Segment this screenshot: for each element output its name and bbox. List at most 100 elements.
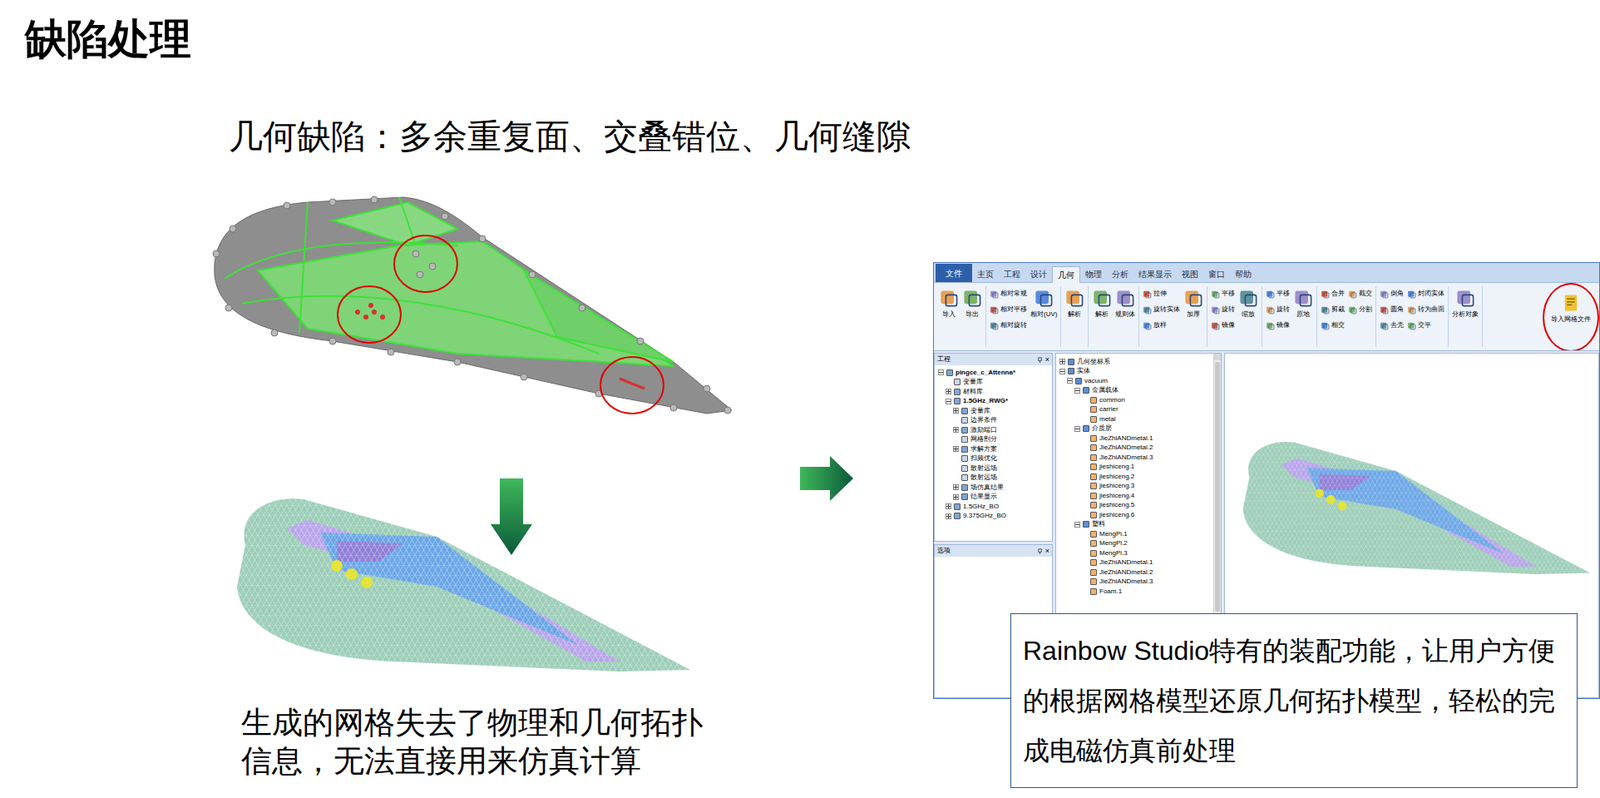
expander[interactable] xyxy=(945,503,952,509)
expander[interactable] xyxy=(1059,358,1066,365)
import-mesh-button[interactable]: 导入网格文件 xyxy=(1547,286,1595,347)
ribbon-button[interactable]: 旋转实体 xyxy=(1142,303,1181,316)
tree-item[interactable]: pingce_c_Attenna* xyxy=(934,367,1052,378)
expander[interactable] xyxy=(945,513,952,519)
tree-item[interactable]: 金属载体 xyxy=(1056,385,1214,396)
tree-item[interactable]: JieZhiANDmetal.3 xyxy=(1056,452,1214,463)
tree-item[interactable]: 介质层 xyxy=(1056,424,1214,435)
tree-item[interactable]: 材料库 xyxy=(934,386,1052,397)
ribbon-button[interactable]: 旋转 xyxy=(1210,303,1235,316)
expander[interactable] xyxy=(1066,377,1073,384)
ribbon-button[interactable]: 相对旋转 xyxy=(989,319,1028,331)
ribbon-button[interactable]: 圆角 xyxy=(1379,303,1404,316)
tree-item[interactable]: 求解方案 xyxy=(934,444,1052,455)
tree-item[interactable]: jieshiceng.1 xyxy=(1056,462,1214,473)
tree-item[interactable]: jieshiceng.2 xyxy=(1056,471,1214,482)
ribbon-button[interactable]: 解析 xyxy=(1064,286,1085,320)
tree-item[interactable]: 1.5GHz_BO xyxy=(934,501,1052,512)
expander[interactable] xyxy=(953,445,959,452)
expander[interactable] xyxy=(953,426,959,433)
ribbon-button[interactable]: 封闭实体 xyxy=(1407,287,1445,300)
tree-item[interactable]: JieZhiANDmetal.1 xyxy=(1056,433,1214,444)
tree-item[interactable]: 实体 xyxy=(1056,366,1214,377)
tree-item[interactable]: jieshiceng.6 xyxy=(1056,509,1214,520)
expander[interactable] xyxy=(1059,368,1066,375)
ribbon-button[interactable]: 倒角 xyxy=(1379,287,1404,300)
ribbon-button[interactable]: 相对(UV) xyxy=(1030,286,1057,320)
expander[interactable] xyxy=(953,407,959,414)
tree-item[interactable]: 散射远场 xyxy=(934,463,1052,474)
ribbon-tab[interactable]: 结果显示 xyxy=(1133,265,1177,282)
tree-item[interactable]: 边界条件 xyxy=(934,415,1052,426)
ribbon-button[interactable]: 镜像 xyxy=(1265,319,1290,331)
ribbon-button[interactable]: 镜像 xyxy=(1210,319,1235,331)
tree-item[interactable]: 结果显示 xyxy=(934,492,1052,503)
expander[interactable] xyxy=(953,493,959,500)
expander[interactable] xyxy=(945,388,952,395)
ribbon-button[interactable]: 分割 xyxy=(1348,303,1373,316)
ribbon-button[interactable]: 平移 xyxy=(1210,287,1235,300)
tree-item[interactable]: 散射远场 xyxy=(934,473,1052,484)
tree-item[interactable]: vacuum xyxy=(1056,375,1214,386)
tree-item[interactable]: JieZhiANDmetal.2 xyxy=(1056,443,1214,454)
tree-item[interactable]: 变量库 xyxy=(934,405,1052,416)
tree-item[interactable]: 网格剖分 xyxy=(934,434,1052,445)
ribbon-tab[interactable]: 分析 xyxy=(1106,265,1134,282)
tree-item[interactable]: jieshiceng.5 xyxy=(1056,500,1214,511)
tree-item[interactable]: jieshiceng.3 xyxy=(1056,481,1214,492)
ribbon-tab[interactable]: 几何 xyxy=(1051,266,1081,283)
tree-item[interactable]: MengPi.3 xyxy=(1056,548,1214,559)
tree-item[interactable]: 几何坐标系 xyxy=(1056,356,1214,367)
expander[interactable] xyxy=(1074,387,1081,394)
ribbon-button[interactable]: 剪裁 xyxy=(1320,303,1345,316)
ribbon-tab[interactable]: 窗口 xyxy=(1203,265,1230,282)
ribbon-tab[interactable]: 设计 xyxy=(1025,265,1052,282)
tree-item[interactable]: JieZhiANDmetal.2 xyxy=(1056,567,1214,578)
tree-item[interactable]: JieZhiANDmetal.3 xyxy=(1056,577,1214,588)
tree-item[interactable]: metal xyxy=(1056,414,1214,425)
tree-item[interactable]: 塑料 xyxy=(1056,519,1214,530)
tree-item[interactable]: 扫频优化 xyxy=(934,454,1052,465)
tree-item[interactable]: 1.5GHz_RWG* xyxy=(934,396,1052,407)
ribbon-button[interactable]: 旋转 xyxy=(1265,303,1290,316)
ribbon-tab[interactable]: 物理 xyxy=(1080,265,1107,282)
expander[interactable] xyxy=(953,483,959,490)
tree-item[interactable]: 变量库 xyxy=(934,377,1052,388)
tree-item[interactable]: 9.375GHz_BO xyxy=(934,511,1052,522)
ribbon-button[interactable]: 解析 xyxy=(1091,286,1112,320)
ribbon-button[interactable]: 相交 xyxy=(1320,319,1345,331)
pin-icon[interactable] xyxy=(1037,356,1043,363)
expander[interactable] xyxy=(945,398,952,405)
ribbon-button[interactable]: 拉伸 xyxy=(1142,287,1181,300)
ribbon-button[interactable]: 原地 xyxy=(1293,286,1314,320)
ribbon-button[interactable]: 分析对象 xyxy=(1451,286,1479,320)
close-button[interactable]: × xyxy=(1045,355,1050,364)
ribbon-button[interactable]: 规则体 xyxy=(1115,286,1136,320)
tree-item[interactable]: 激励端口 xyxy=(934,424,1052,435)
tree-item[interactable]: jieshiceng.4 xyxy=(1056,490,1214,501)
expander[interactable] xyxy=(1074,425,1081,432)
tree-item[interactable]: MengPi.1 xyxy=(1056,528,1214,539)
tree-item[interactable]: JieZhiANDmetal.1 xyxy=(1056,558,1214,568)
ribbon-button[interactable]: 相对平移 xyxy=(989,303,1028,316)
ribbon-button[interactable]: 加厚 xyxy=(1183,286,1204,320)
ribbon-tab[interactable]: 文件 xyxy=(935,263,973,282)
ribbon-button[interactable]: 导入 xyxy=(938,286,959,320)
close-button[interactable]: × xyxy=(1045,547,1050,555)
ribbon-button[interactable]: 放样 xyxy=(1142,319,1181,331)
ribbon-button[interactable]: 交平 xyxy=(1407,319,1445,331)
ribbon-button[interactable]: 缩放 xyxy=(1238,286,1259,320)
ribbon-button[interactable]: 转为曲面 xyxy=(1407,303,1445,316)
ribbon-tab[interactable]: 帮助 xyxy=(1229,265,1257,282)
ribbon-button[interactable]: 相对常规 xyxy=(989,287,1028,300)
ribbon-tab[interactable]: 视图 xyxy=(1176,265,1204,282)
tree-item[interactable]: common xyxy=(1056,395,1214,405)
tree-item[interactable]: Foam.1 xyxy=(1056,586,1214,597)
tree-item[interactable]: 场仿真结果 xyxy=(934,482,1052,493)
tree-item[interactable]: carrier xyxy=(1056,404,1214,415)
expander[interactable] xyxy=(1074,521,1081,528)
ribbon-button[interactable]: 去壳 xyxy=(1379,319,1404,331)
ribbon-tab[interactable]: 主页 xyxy=(972,265,999,282)
ribbon-button[interactable]: 合并 xyxy=(1320,287,1345,300)
ribbon-button[interactable]: 截交 xyxy=(1348,287,1373,300)
